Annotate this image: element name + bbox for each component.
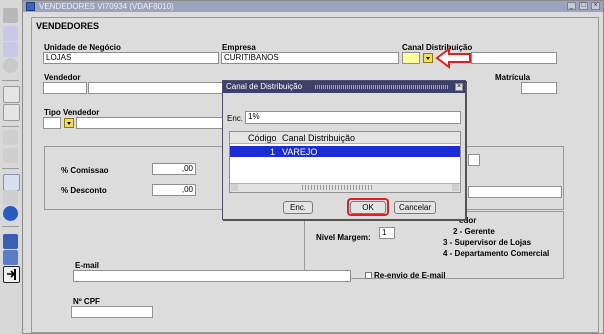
tipo-vendedor-label: Tipo Vendedor: [44, 108, 100, 117]
cpf-label: Nº CPF: [73, 297, 100, 306]
right-field-2[interactable]: [468, 186, 562, 198]
right-field-1[interactable]: [468, 154, 480, 166]
scroll-thumb[interactable]: [302, 185, 374, 190]
dialog-titlebar[interactable]: Canal de Distribuição ×: [223, 81, 465, 93]
lov-list: Código Canal Distribuição 1 VAREJO: [229, 131, 461, 193]
reenvio-checkbox[interactable]: [365, 272, 372, 279]
tipo-vendedor-dropdown-button[interactable]: [64, 118, 74, 128]
row-codigo: 1: [270, 147, 276, 157]
find-input[interactable]: 1%: [245, 111, 461, 124]
nivel-margem-field[interactable]: 1: [379, 227, 395, 239]
sort-asc-icon[interactable]: [3, 26, 18, 41]
exit-form-icon[interactable]: [3, 266, 20, 283]
reenvio-label: Re-envio de E-mail: [374, 271, 446, 280]
matricula-label: Matrícula: [495, 73, 531, 82]
nivel-margem-label: Nível Margem:: [316, 233, 371, 242]
col-canal-header[interactable]: Canal Distribuição: [282, 133, 355, 143]
print-icon[interactable]: [3, 250, 18, 265]
next-icon[interactable]: [3, 148, 18, 163]
query-icon[interactable]: [3, 58, 18, 73]
dialog-title: Canal de Distribuição: [226, 82, 303, 91]
edit-icon[interactable]: [3, 174, 20, 191]
window-titlebar[interactable]: VENDEDORES VI70934 (VDAF8010) _ □ ×: [23, 1, 603, 12]
vendedor-name-field[interactable]: [88, 82, 224, 94]
canal-code-field[interactable]: [402, 52, 420, 64]
cpf-field[interactable]: [71, 306, 153, 318]
desconto-label: % Desconto: [61, 186, 107, 195]
annotation-arrow-icon: [435, 47, 471, 69]
save-icon[interactable]: [3, 234, 18, 249]
email-field[interactable]: [73, 270, 351, 282]
vendedor-code-field[interactable]: [43, 82, 87, 94]
vendedor-type-4: 4 - Departamento Comercial: [443, 249, 550, 258]
vendedor-label: Vendedor: [44, 73, 81, 82]
exit-icon[interactable]: [3, 8, 18, 23]
comissao-label: % Comissao: [61, 166, 109, 175]
dialog-close-button[interactable]: ×: [455, 83, 463, 91]
previous-icon[interactable]: [3, 130, 18, 145]
unidade-label: Unidade de Negócio: [44, 43, 121, 52]
canal-name-field[interactable]: [471, 52, 557, 64]
col-codigo-header[interactable]: Código: [248, 133, 277, 143]
scroll-left-icon[interactable]: [231, 184, 238, 191]
minimize-button[interactable]: _: [567, 2, 576, 10]
window-title: VENDEDORES VI70934 (VDAF8010): [39, 2, 174, 11]
dialog-title-grip: [315, 85, 449, 89]
ok-button[interactable]: OK: [350, 201, 386, 214]
tipo-vendedor-code-field[interactable]: [43, 117, 61, 129]
horizontal-scrollbar[interactable]: [230, 183, 460, 192]
canal-dropdown-button[interactable]: [423, 53, 433, 63]
comissao-field[interactable]: ,00: [152, 163, 196, 175]
maximize-button[interactable]: □: [579, 2, 588, 10]
canal-lov-dialog: Canal de Distribuição × Enc. 1% Código C…: [222, 80, 466, 220]
sort-desc-icon[interactable]: [3, 42, 18, 57]
new-record-icon[interactable]: [3, 86, 20, 103]
section-title: VENDEDORES: [36, 21, 100, 31]
list-header: Código Canal Distribuição: [230, 132, 460, 144]
row-canal: VAREJO: [282, 147, 318, 157]
camera-icon[interactable]: [3, 190, 18, 205]
vendedor-type-2: 2 - Gerente: [453, 227, 495, 236]
help-icon[interactable]: [3, 206, 18, 221]
find-button[interactable]: Enc.: [283, 201, 313, 214]
close-button[interactable]: ×: [591, 2, 600, 10]
desconto-field[interactable]: ,00: [152, 184, 196, 196]
cancel-button[interactable]: Cancelar: [394, 201, 436, 214]
empresa-field[interactable]: CURITIBANOS: [221, 52, 399, 64]
list-row[interactable]: 1 VAREJO: [230, 146, 460, 157]
email-label: E-mail: [75, 261, 100, 270]
find-label: Enc.: [227, 114, 244, 123]
tipo-vendedor-name-field[interactable]: [76, 117, 224, 129]
delete-record-icon[interactable]: [3, 104, 20, 121]
empresa-label: Empresa: [222, 43, 256, 52]
app-icon: [26, 2, 35, 11]
vendedor-type-3: 3 - Supervisor de Lojas: [443, 238, 532, 247]
matricula-field[interactable]: [521, 82, 557, 94]
left-toolbar: [0, 0, 23, 334]
scroll-right-icon[interactable]: [452, 184, 459, 191]
unidade-field[interactable]: LOJAS: [43, 52, 219, 64]
